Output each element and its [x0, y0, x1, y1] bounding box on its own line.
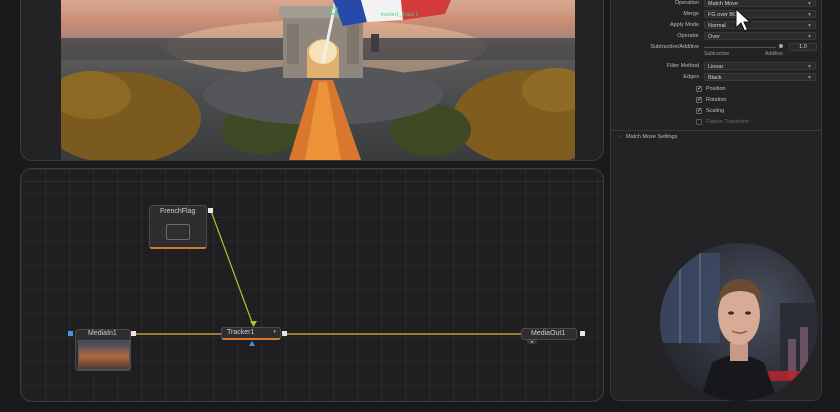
subtractive-label: Subtractive	[704, 51, 730, 57]
apply-mode-label: Apply Mode	[669, 22, 699, 28]
operation-value: Match Move	[708, 1, 738, 7]
scaling-row: ✓ Scaling	[611, 106, 821, 116]
rotation-checkbox[interactable]: ✓	[696, 97, 702, 103]
node-tracker-output[interactable]	[282, 331, 287, 336]
merge-label: Merge	[683, 11, 699, 17]
viewer-scene: tracker1_Track 1	[61, 0, 575, 160]
presenter-image	[660, 253, 818, 401]
operator-value: Over	[708, 34, 720, 40]
node-frenchflag-output[interactable]	[208, 208, 213, 213]
operation-dropdown[interactable]: Match Move ▼	[704, 0, 816, 7]
chevron-down-icon: ▼	[807, 12, 812, 18]
additive-label: Additive	[765, 51, 783, 57]
tracker-label: tracker1_Track 1	[381, 12, 419, 18]
node-tracker[interactable]: Tracker1 ◐	[221, 327, 281, 340]
match-move-settings-label: Match Move Settings	[626, 134, 678, 140]
edges-dropdown[interactable]: Black ▼	[704, 73, 816, 81]
chevron-down-icon: ▼	[807, 1, 812, 7]
chevron-down-icon: ▼	[807, 23, 812, 29]
node-tracker-mask-input[interactable]	[249, 341, 255, 346]
scaling-label: Scaling	[706, 108, 725, 114]
match-move-settings-header[interactable]: › Match Move Settings	[619, 132, 677, 142]
viewer-image[interactable]: tracker1_Track 1	[61, 0, 575, 160]
operator-dropdown[interactable]: Over ▼	[704, 32, 816, 40]
node-mediain-output[interactable]	[131, 331, 136, 336]
view-toggle-icon[interactable]: ◐	[273, 329, 277, 335]
rotation-label: Rotation	[706, 97, 727, 103]
chevron-down-icon: ▼	[807, 75, 812, 81]
node-mediaout-title: MediaOut1	[531, 330, 566, 337]
node-mediain-thumbnail	[78, 340, 130, 370]
merge-dropdown[interactable]: FG over BG ▼	[704, 10, 816, 18]
subtractive-additive-sublabels: Subtractive Additive	[611, 49, 821, 59]
flatten-transform-checkbox[interactable]	[696, 119, 702, 125]
position-row: ✓ Position	[611, 84, 821, 94]
node-mediaout-output[interactable]	[580, 331, 585, 336]
slider-thumb[interactable]	[779, 44, 783, 48]
node-mediain-input[interactable]	[68, 331, 73, 336]
merge-value: FG over BG	[708, 12, 738, 18]
node-frenchflag-title: FrenchFlag	[160, 208, 196, 215]
section-divider	[611, 130, 821, 131]
rotation-row: ✓ Rotation	[611, 95, 821, 105]
node-mediain[interactable]: MediaIn1	[75, 329, 131, 371]
edges-row: Edges Black ▼	[611, 72, 821, 82]
node-mediaout[interactable]: MediaOut1	[521, 328, 577, 340]
link-frenchflag-tracker	[210, 210, 254, 326]
apply-mode-value: Normal	[708, 23, 726, 29]
chevron-down-icon: ▼	[807, 34, 812, 40]
node-frenchflag[interactable]: FrenchFlag	[149, 205, 207, 249]
subtractive-additive-slider[interactable]	[704, 47, 776, 48]
webcam-overlay	[660, 243, 818, 401]
edges-value: Black	[708, 75, 722, 81]
viewer-panel: tracker1_Track 1	[20, 0, 604, 161]
node-frenchflag-thumbnail	[166, 224, 190, 240]
filter-method-value: Linear	[708, 64, 724, 70]
node-mediaout-view-indicator: ●	[527, 340, 537, 344]
node-tracker-title: Tracker1	[227, 329, 255, 336]
operation-label: Operation	[674, 0, 699, 6]
position-checkbox[interactable]: ✓	[696, 86, 702, 92]
operation-row: Operation Match Move ▼	[611, 0, 821, 8]
operator-label: Operator	[677, 33, 699, 39]
node-mediain-title: MediaIn1	[88, 330, 117, 337]
edges-label: Edges	[683, 74, 699, 80]
position-label: Position	[706, 86, 726, 92]
filter-method-row: Filter Method Linear ▼	[611, 61, 821, 71]
merge-row: Merge FG over BG ▼	[611, 9, 821, 19]
operator-row: Operator Over ▼	[611, 31, 821, 41]
chevron-right-icon: ›	[619, 134, 621, 140]
filter-method-label: Filter Method	[666, 63, 699, 69]
flatten-transform-row: Flatten Transform	[611, 117, 821, 127]
filter-method-dropdown[interactable]: Linear ▼	[704, 62, 816, 70]
apply-mode-dropdown[interactable]: Normal ▼	[704, 21, 816, 29]
mouse-cursor-icon	[735, 8, 751, 32]
flatten-transform-label: Flatten Transform	[706, 119, 750, 125]
node-editor-panel[interactable]: FrenchFlag MediaIn1 Tracker1 ◐ MediaOut1…	[20, 168, 604, 402]
chevron-down-icon: ▼	[807, 64, 812, 70]
apply-mode-row: Apply Mode Normal ▼	[611, 20, 821, 30]
scaling-checkbox[interactable]: ✓	[696, 108, 702, 114]
